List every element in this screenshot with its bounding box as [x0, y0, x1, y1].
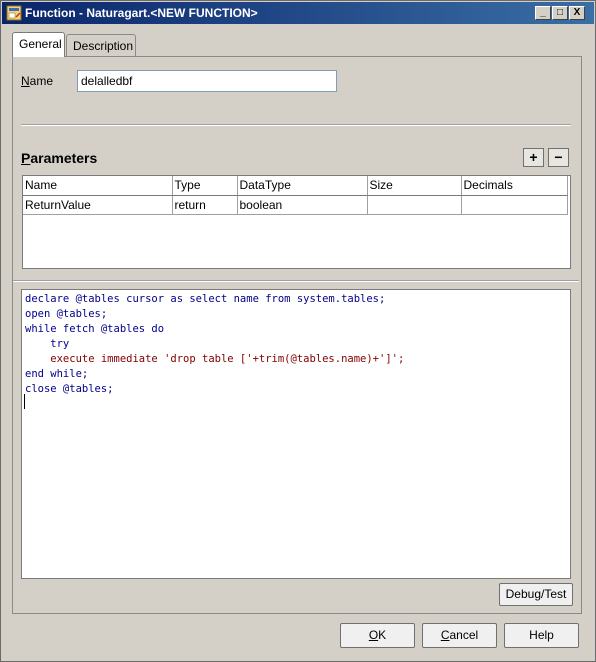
cell-type[interactable]: return	[172, 195, 238, 215]
window-title: Function - Naturagart.<NEW FUNCTION>	[25, 6, 258, 20]
parameters-heading-mnemonic: P	[21, 150, 31, 166]
code-editor[interactable]: declare @tables cursor as select name fr…	[21, 289, 571, 579]
parameters-grid[interactable]: Name Type DataType Size Decimals ReturnV…	[22, 175, 571, 269]
tab-description[interactable]: Description	[66, 34, 136, 56]
code-text: declare @tables cursor as select name fr…	[25, 292, 404, 397]
column-header-size[interactable]: Size	[367, 176, 462, 196]
cancel-label-rest: ancel	[449, 628, 479, 642]
ok-button[interactable]: OK	[340, 623, 415, 648]
text-caret	[24, 394, 25, 409]
code-line: close @tables;	[25, 383, 114, 395]
function-dialog: Function - Naturagart.<NEW FUNCTION> _ □…	[0, 0, 596, 662]
parameters-table: Name Type DataType Size Decimals ReturnV…	[23, 176, 568, 215]
ok-mnemonic: O	[368, 628, 379, 642]
code-line: while fetch @tables do	[25, 323, 165, 335]
add-parameter-button[interactable]: +	[523, 148, 544, 167]
parameters-header-row: Name Type DataType Size Decimals	[23, 176, 568, 196]
name-input[interactable]	[77, 70, 337, 92]
function-app-icon	[6, 5, 22, 21]
name-label-rest: ame	[29, 74, 54, 88]
minimize-button[interactable]: _	[535, 6, 551, 20]
column-header-decimals[interactable]: Decimals	[461, 176, 568, 196]
ok-label-rest: K	[378, 628, 387, 642]
code-line: open @tables;	[25, 308, 108, 320]
cell-datatype[interactable]: boolean	[237, 195, 368, 215]
maximize-button[interactable]: □	[552, 6, 568, 20]
tab-general[interactable]: General	[12, 32, 65, 57]
column-header-name[interactable]: Name	[23, 176, 173, 196]
separator-splitter[interactable]	[13, 280, 579, 282]
parameters-heading: Parameters	[21, 150, 97, 166]
name-label: Name	[21, 74, 53, 88]
code-line: declare @tables cursor as select name fr…	[25, 293, 386, 305]
parameters-heading-rest: arameters	[30, 150, 98, 166]
cell-size[interactable]	[367, 195, 462, 215]
name-label-mnemonic: N	[21, 74, 30, 88]
remove-parameter-button[interactable]: −	[548, 148, 569, 167]
cancel-button[interactable]: Cancel	[422, 623, 497, 648]
title-bar[interactable]: Function - Naturagart.<NEW FUNCTION> _ □…	[2, 2, 594, 24]
help-button[interactable]: Help	[504, 623, 579, 648]
cell-name[interactable]: ReturnValue	[23, 195, 173, 215]
debug-test-button[interactable]: Debug/Test	[499, 583, 573, 606]
close-button[interactable]: X	[569, 6, 585, 20]
cell-decimals[interactable]	[461, 195, 568, 215]
separator-top	[21, 124, 571, 126]
code-line: end while;	[25, 368, 89, 380]
column-header-datatype[interactable]: DataType	[237, 176, 368, 196]
code-line: try	[25, 338, 70, 350]
column-header-type[interactable]: Type	[172, 176, 238, 196]
table-row[interactable]: ReturnValue return boolean	[23, 195, 568, 215]
code-line: execute immediate 'drop table ['+trim(@t…	[25, 353, 405, 365]
